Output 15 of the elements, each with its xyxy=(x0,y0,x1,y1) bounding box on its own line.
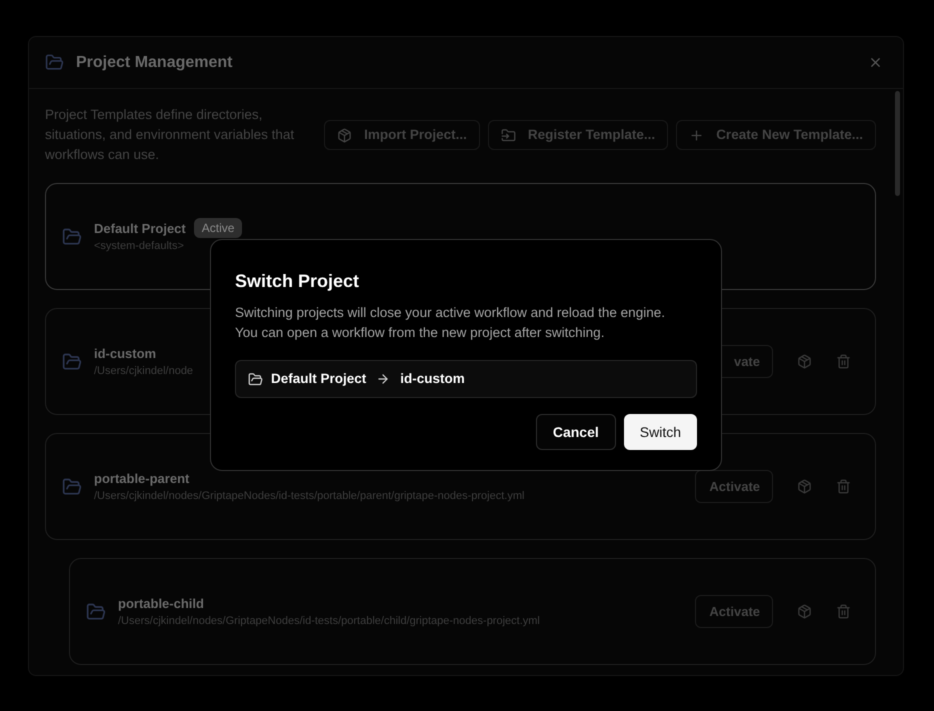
project-path: /Users/cjkindel/nodes/GriptapeNodes/id-tests/portable/parent/griptape-nodes-project.yml xyxy=(94,489,524,504)
project-path: <system-defaults> xyxy=(94,239,184,254)
project-name: portable-parent xyxy=(94,470,190,488)
dialog-title: Switch Project xyxy=(235,270,360,293)
dialog-message: Switching projects will close your active workflow and reload the engine. You can open a workflow from the new project after switching. xyxy=(235,304,666,342)
description-text: Project Templates define directories, situations, and environment variables that workflows can use. xyxy=(45,106,295,164)
project-name: Default Project xyxy=(94,220,186,238)
project-name: id-custom xyxy=(94,344,156,362)
project-path: /Users/cjkindel/nodes/GriptapeNodes/id-tests/portable/child/griptape-nodes-project.yml xyxy=(118,614,540,629)
project-path: /Users/cjkindel/node xyxy=(94,364,194,379)
to-project: id-custom xyxy=(400,370,465,388)
active-badge: Active xyxy=(194,218,242,238)
project-name: portable-child xyxy=(118,594,204,613)
window-title: Project Management xyxy=(76,52,232,72)
from-project: Default Project xyxy=(271,370,366,388)
